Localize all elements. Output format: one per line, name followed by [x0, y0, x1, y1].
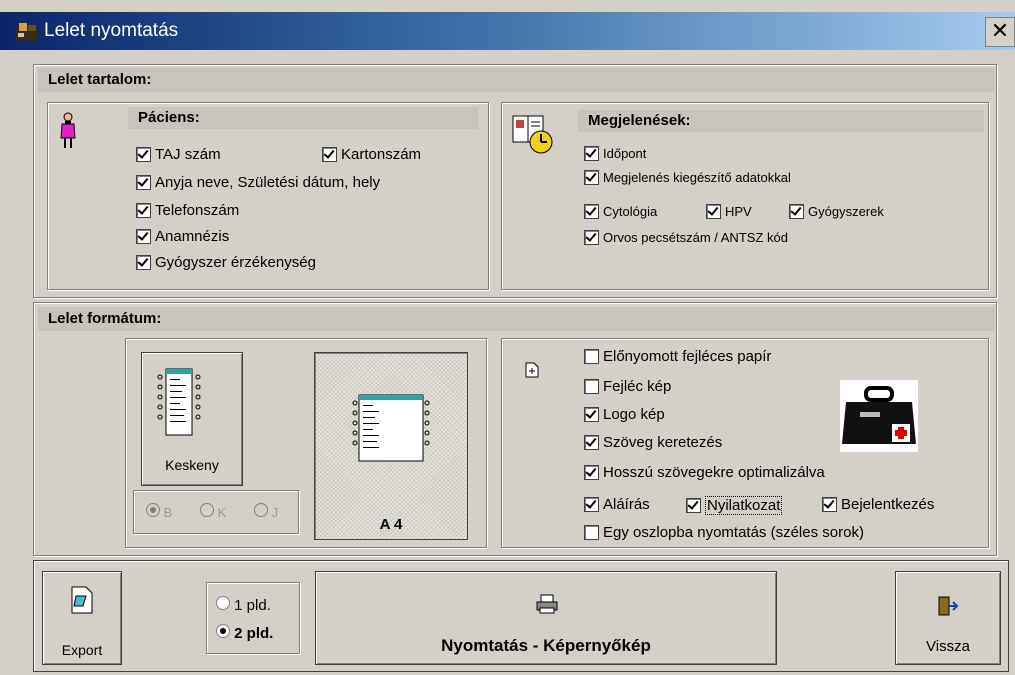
window-title: Lelet nyomtatás: [44, 20, 179, 41]
checkbox-hpv[interactable]: HPV: [706, 204, 752, 219]
print-screen-button[interactable]: Nyomtatás - Képernyőkép: [315, 571, 777, 665]
a4-layout-icon: [352, 394, 430, 462]
a4-label: A 4: [379, 516, 403, 533]
radio-b[interactable]: B: [146, 503, 172, 520]
checkbox-karton[interactable]: Kartonszám: [322, 146, 421, 163]
checkbox-single-column[interactable]: Egy oszlopba nyomtatás (széles sorok): [584, 524, 864, 541]
appearances-header: Megjelenések:: [578, 110, 984, 132]
checkbox-cytology[interactable]: Cytológia: [584, 204, 657, 219]
export-icon: [71, 586, 93, 614]
a4-button[interactable]: A 4: [314, 352, 468, 540]
checkbox-anamnesis[interactable]: Anamnézis: [136, 228, 229, 245]
new-page-icon: [525, 362, 539, 378]
app-icon: [16, 23, 38, 41]
checkbox-header-image[interactable]: Fejléc kép: [584, 378, 671, 395]
appointment-clock-icon: [512, 115, 553, 154]
checkbox-phone[interactable]: Telefonszám: [136, 202, 239, 219]
checkbox-login[interactable]: Bejelentkezés: [822, 496, 934, 513]
back-button[interactable]: Vissza: [895, 571, 1001, 665]
export-label: Export: [61, 642, 103, 658]
narrow-button[interactable]: Keskeny: [141, 352, 243, 486]
checkbox-text-frame[interactable]: Szöveg keretezés: [584, 434, 722, 451]
print-label: Nyomtatás - Képernyőkép: [441, 636, 651, 655]
checkbox-logo-image[interactable]: Logo kép: [584, 406, 665, 423]
format-group-header: Lelet formátum:: [38, 307, 994, 331]
content-group-header: Lelet tartalom:: [38, 68, 994, 92]
back-label: Vissza: [926, 638, 970, 655]
printer-icon: [536, 594, 558, 614]
patient-header: Páciens:: [128, 107, 478, 129]
radio-1-copy[interactable]: 1 pld.: [216, 596, 271, 614]
checkbox-drug-sensitivity[interactable]: Gyógyszer érzékenység: [136, 254, 316, 271]
checkbox-taj[interactable]: TAJ szám: [136, 146, 221, 163]
radio-2-copy[interactable]: 2 pld.: [216, 624, 273, 642]
close-icon: ✕: [990, 18, 1010, 43]
narrow-label: Keskeny: [165, 457, 219, 473]
checkbox-signature[interactable]: Aláírás: [584, 496, 650, 513]
radio-j[interactable]: J: [254, 503, 278, 520]
checkbox-time[interactable]: Időpont: [584, 146, 646, 161]
radio-k[interactable]: K: [200, 503, 226, 520]
checkbox-long-text-optimize[interactable]: Hosszú szövegekre optimalizálva: [584, 464, 825, 481]
close-button[interactable]: ✕: [985, 17, 1015, 47]
narrow-layout-icon: [157, 368, 201, 436]
export-button[interactable]: Export: [42, 571, 122, 665]
patient-icon: [60, 112, 76, 148]
checkbox-declaration[interactable]: Nyilatkozat: [686, 496, 783, 515]
medical-bag-icon: [840, 380, 918, 452]
checkbox-drugs[interactable]: Gyógyszerek: [789, 204, 884, 219]
checkbox-preprinted-paper[interactable]: Előnyomott fejléces papír: [584, 348, 771, 365]
exit-door-icon: [938, 596, 959, 616]
copies-panel: [206, 582, 300, 654]
checkbox-doctor-code[interactable]: Orvos pecsétszám / ANTSZ kód: [584, 230, 788, 245]
checkbox-mother-name[interactable]: Anyja neve, Születési dátum, hely: [136, 174, 380, 191]
checkbox-appearance-extra[interactable]: Megjelenés kiegészítő adatokkal: [584, 170, 791, 185]
